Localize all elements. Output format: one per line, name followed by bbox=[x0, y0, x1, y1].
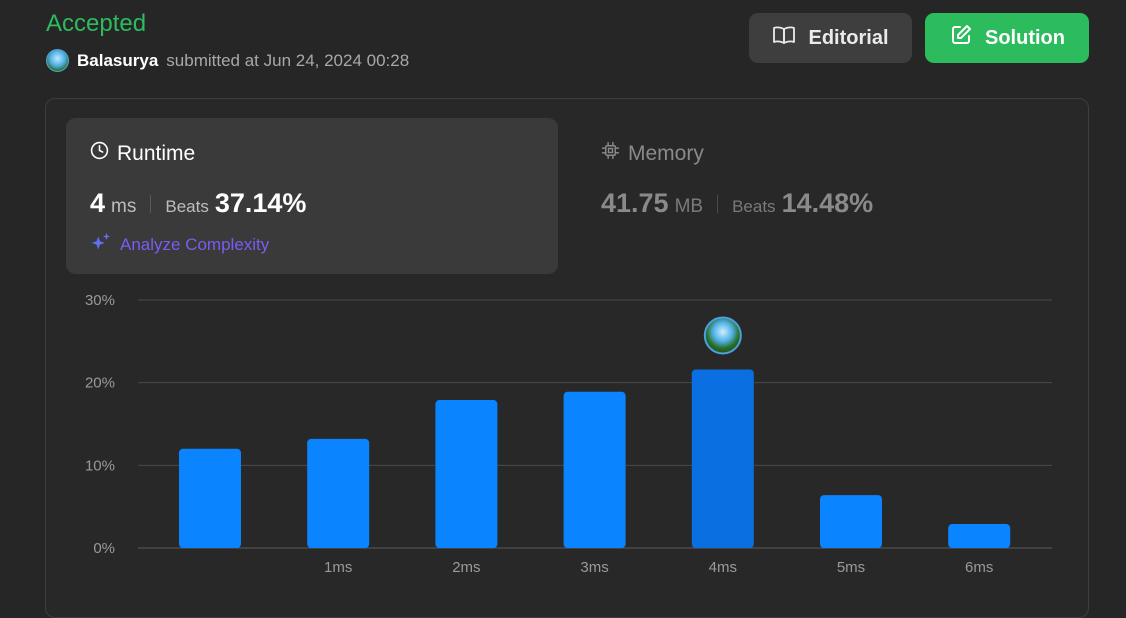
chart-bar[interactable] bbox=[435, 400, 498, 548]
chart-bar[interactable] bbox=[948, 524, 1011, 548]
y-tick-label: 0% bbox=[93, 540, 115, 557]
x-tick-label: 2ms bbox=[452, 559, 480, 576]
chart-bar[interactable] bbox=[691, 369, 754, 548]
x-tick-label: 6ms bbox=[965, 559, 993, 576]
x-tick-label: 4ms bbox=[709, 559, 737, 576]
y-tick-label: 20% bbox=[85, 375, 115, 392]
chart-bar[interactable] bbox=[563, 391, 626, 548]
x-tick-label: 3ms bbox=[580, 559, 608, 576]
your-submission-avatar[interactable] bbox=[703, 316, 742, 355]
runtime-distribution-chart: 0% 10% 20% 30% 1ms 2ms 3ms 4ms 5ms 6ms bbox=[85, 292, 1052, 576]
x-tick-label: 5ms bbox=[837, 559, 865, 576]
chart-bar[interactable] bbox=[179, 448, 241, 548]
x-tick-label: 1ms bbox=[324, 559, 352, 576]
y-tick-label: 10% bbox=[85, 457, 115, 474]
chart-bar[interactable] bbox=[820, 495, 882, 548]
y-tick-label: 30% bbox=[85, 292, 115, 309]
chart-bar[interactable] bbox=[307, 438, 370, 548]
